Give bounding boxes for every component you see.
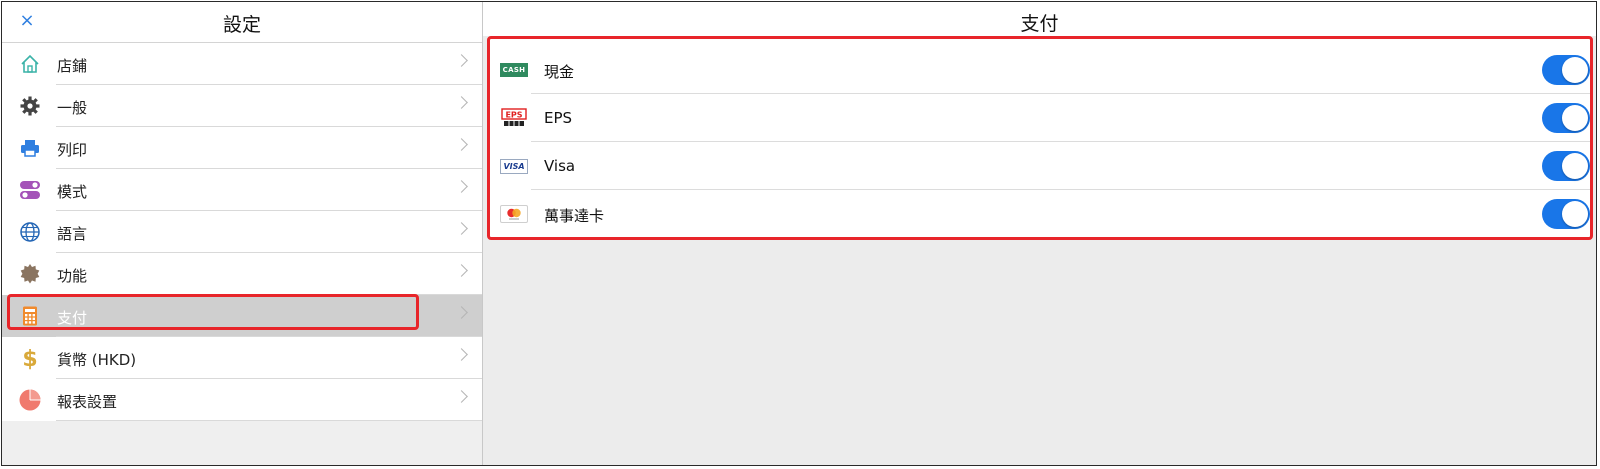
- payment-label: 現金: [544, 63, 575, 81]
- sidebar-item-label: 列印: [57, 141, 88, 159]
- sidebar-item-label: 貨幣 (HKD): [57, 351, 137, 369]
- eps-icon: EPS: [500, 108, 528, 127]
- sidebar-item-label: 一般: [57, 99, 88, 117]
- pie-chart-icon: [18, 388, 42, 412]
- payment-label: Visa: [544, 157, 576, 175]
- payment-toggle-mastercard[interactable]: [1542, 199, 1590, 229]
- eps-badge-text: EPS: [505, 110, 522, 119]
- sidebar-item-general[interactable]: 一般: [2, 85, 482, 127]
- payment-row-cash: CASH 現金: [490, 46, 1590, 94]
- main-header: 支付: [483, 2, 1596, 36]
- home-icon: [18, 52, 42, 76]
- payment-toggle-visa[interactable]: [1542, 151, 1590, 181]
- payment-label: 萬事達卡: [544, 207, 605, 225]
- sidebar-item-label: 店鋪: [57, 57, 88, 75]
- visa-icon: VISA: [500, 157, 528, 175]
- calculator-icon: [18, 304, 42, 328]
- chevron-right-icon: [455, 138, 468, 151]
- chevron-right-icon: [455, 54, 468, 67]
- sidebar-item-store[interactable]: 店鋪: [2, 43, 482, 85]
- chevron-right-icon: [455, 390, 468, 403]
- chevron-right-icon: [455, 348, 468, 361]
- globe-icon: [18, 220, 42, 244]
- sidebar-item-print[interactable]: 列印: [2, 127, 482, 169]
- payment-toggle-eps[interactable]: [1542, 103, 1590, 133]
- page-title: 支付: [1020, 13, 1059, 35]
- sidebar-item-label: 支付: [57, 309, 88, 327]
- chevron-right-icon: [455, 222, 468, 235]
- payment-methods-panel: CASH 現金 EPS EPS VISA Visa 萬事達卡: [487, 36, 1593, 240]
- sidebar-item-label: 模式: [57, 183, 88, 201]
- sidebar-item-payment[interactable]: 支付: [2, 295, 482, 337]
- payment-row-visa: VISA Visa: [490, 142, 1590, 190]
- cash-badge-text: CASH: [499, 63, 529, 77]
- dollar-icon: $: [18, 346, 42, 370]
- sidebar-item-mode[interactable]: 模式: [2, 169, 482, 211]
- sidebar-item-label: 語言: [57, 225, 88, 243]
- payment-row-eps: EPS EPS: [490, 94, 1590, 142]
- sidebar-item-label: 報表設置: [57, 393, 118, 411]
- sidebar-header: × 設定: [2, 2, 482, 43]
- mastercard-icon: [500, 205, 528, 223]
- chevron-right-icon: [455, 180, 468, 193]
- sidebar-title: 設定: [222, 14, 261, 36]
- payment-label: EPS: [544, 109, 573, 127]
- cash-icon: CASH: [499, 61, 529, 79]
- settings-menu: 店鋪 一般 列印 模式 語言 功能 支付 $ 貨幣 (HKD) 報表設置: [2, 43, 482, 421]
- sidebar-item-language[interactable]: 語言: [2, 211, 482, 253]
- sidebar-item-label: 功能: [57, 267, 88, 285]
- payment-methods-list: CASH 現金 EPS EPS VISA Visa 萬事達卡: [490, 46, 1590, 238]
- sidebar-item-features[interactable]: 功能: [2, 253, 482, 295]
- gear-icon: [18, 94, 42, 118]
- payment-row-mastercard: 萬事達卡: [490, 190, 1590, 238]
- chevron-right-icon: [455, 306, 468, 319]
- toggles-icon: [18, 178, 42, 202]
- settings-sidebar: × 設定 店鋪 一般 列印 模式 語言 功能 支付 $ 貨幣 (HKD) 報表設…: [2, 2, 483, 465]
- payment-toggle-cash[interactable]: [1542, 55, 1590, 85]
- badge-icon: [18, 262, 42, 286]
- sidebar-item-report-settings[interactable]: 報表設置: [2, 379, 482, 421]
- settings-window: × 設定 店鋪 一般 列印 模式 語言 功能 支付 $ 貨幣 (HKD) 報表設…: [1, 1, 1597, 466]
- svg-text:$: $: [22, 347, 37, 370]
- visa-badge-text: VISA: [500, 158, 528, 174]
- printer-icon: [18, 136, 42, 160]
- chevron-right-icon: [455, 264, 468, 277]
- sidebar-item-currency[interactable]: $ 貨幣 (HKD): [2, 337, 482, 379]
- chevron-right-icon: [455, 96, 468, 109]
